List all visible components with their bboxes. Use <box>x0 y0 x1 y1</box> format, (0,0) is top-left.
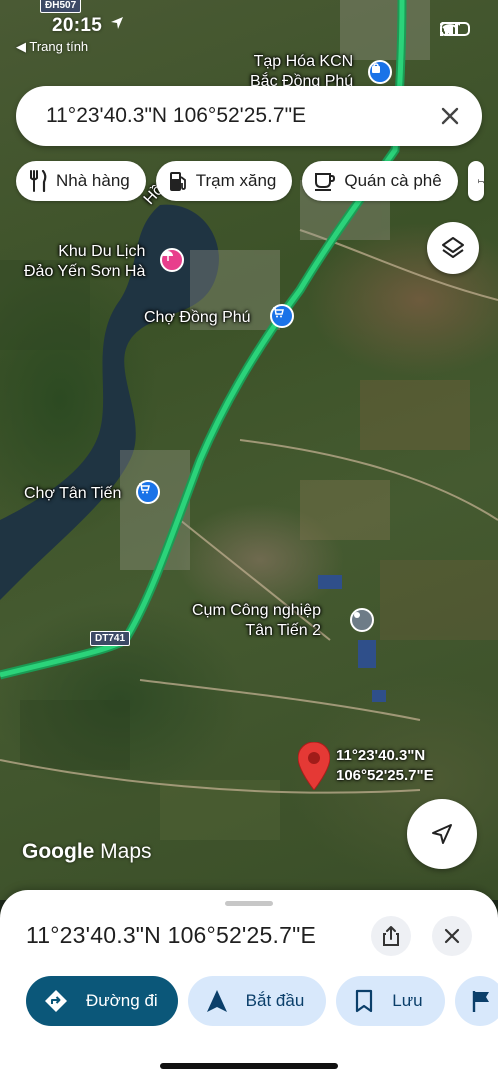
chip-label: Quán cà phê <box>344 171 442 190</box>
navigation-arrow-icon <box>432 824 452 844</box>
dropped-pin-icon[interactable] <box>298 742 330 790</box>
share-button[interactable] <box>371 916 411 956</box>
place-label-cum-cong-nghiep[interactable]: Cụm Công nghiệp Tân Tiến 2 <box>192 601 321 641</box>
more-actions-button[interactable] <box>454 976 498 1026</box>
map-layers-button[interactable] <box>427 222 479 274</box>
sheet-title: 11°23'40.3"N 106°52'25.7"E <box>26 922 316 948</box>
chip-restaurants[interactable]: Nhà hàng <box>16 161 146 201</box>
shopping-cart-icon[interactable] <box>136 480 160 504</box>
place-bottom-sheet[interactable]: 11°23'40.3"N 106°52'25.7"E Đường đi Bắt … <box>0 890 498 1080</box>
gas-station-icon <box>169 172 186 191</box>
road-badge-top: ĐH507 <box>40 0 82 13</box>
flag-icon <box>472 991 489 1012</box>
status-time: 20:15 <box>52 15 103 36</box>
chip-more[interactable] <box>467 161 484 201</box>
bookmark-icon <box>356 989 373 1013</box>
save-button[interactable]: Lưu <box>336 976 445 1026</box>
umbrella-icon[interactable] <box>160 248 184 272</box>
shopping-cart-icon[interactable] <box>270 304 294 328</box>
google-maps-watermark: Google Maps <box>22 840 152 863</box>
chip-cafes[interactable]: Quán cà phê <box>302 161 458 201</box>
chip-label: Nhà hàng <box>56 171 130 190</box>
my-location-button[interactable] <box>407 799 477 869</box>
hotel-icon <box>478 179 484 184</box>
home-indicator <box>160 1063 338 1069</box>
directions-icon <box>45 990 67 1012</box>
action-buttons: Đường đi Bắt đầu Lưu <box>26 976 498 1026</box>
close-icon <box>441 107 459 125</box>
start-button[interactable]: Bắt đầu <box>187 976 327 1026</box>
close-sheet-button[interactable] <box>432 916 472 956</box>
layers-icon <box>442 237 464 258</box>
close-icon <box>444 928 460 944</box>
search-bar[interactable]: 11°23'40.3"N 106°52'25.7"E <box>16 86 482 146</box>
search-query[interactable]: 11°23'40.3"N 106°52'25.7"E <box>46 104 430 128</box>
fork-knife-icon <box>30 170 47 192</box>
status-icons <box>440 22 470 36</box>
action-label: Lưu <box>392 991 423 1010</box>
place-label-khu-du-lich[interactable]: Khu Du Lịch Đảo Yến Sơn Hà <box>24 242 145 282</box>
place-label-cho-dong-phu[interactable]: Chợ Đồng Phú <box>144 308 251 328</box>
dropped-pin-label: 11°23'40.3"N 106°52'25.7"E <box>336 747 434 784</box>
clear-search-button[interactable] <box>430 96 470 136</box>
category-chips: Nhà hàng Trạm xăng Quán cà phê <box>16 161 484 201</box>
shopping-bag-icon[interactable] <box>368 60 392 84</box>
location-dot-icon[interactable] <box>350 608 374 632</box>
road-label-dt741: DT741 <box>90 631 131 646</box>
directions-button[interactable]: Đường đi <box>26 976 178 1026</box>
chip-label: Trạm xăng <box>195 171 277 190</box>
navigation-arrow-icon <box>206 990 227 1012</box>
chip-gas-stations[interactable]: Trạm xăng <box>155 161 293 201</box>
back-to-app-link[interactable]: ◀ Trang tính <box>16 39 88 55</box>
battery-icon <box>440 22 470 36</box>
action-label: Đường đi <box>86 991 158 1010</box>
sheet-drag-handle[interactable] <box>225 901 273 906</box>
action-label: Bắt đầu <box>245 991 305 1010</box>
place-label-cho-tan-tien[interactable]: Chợ Tân Tiến <box>24 484 121 504</box>
coffee-cup-icon <box>315 173 336 191</box>
share-icon <box>383 926 399 946</box>
